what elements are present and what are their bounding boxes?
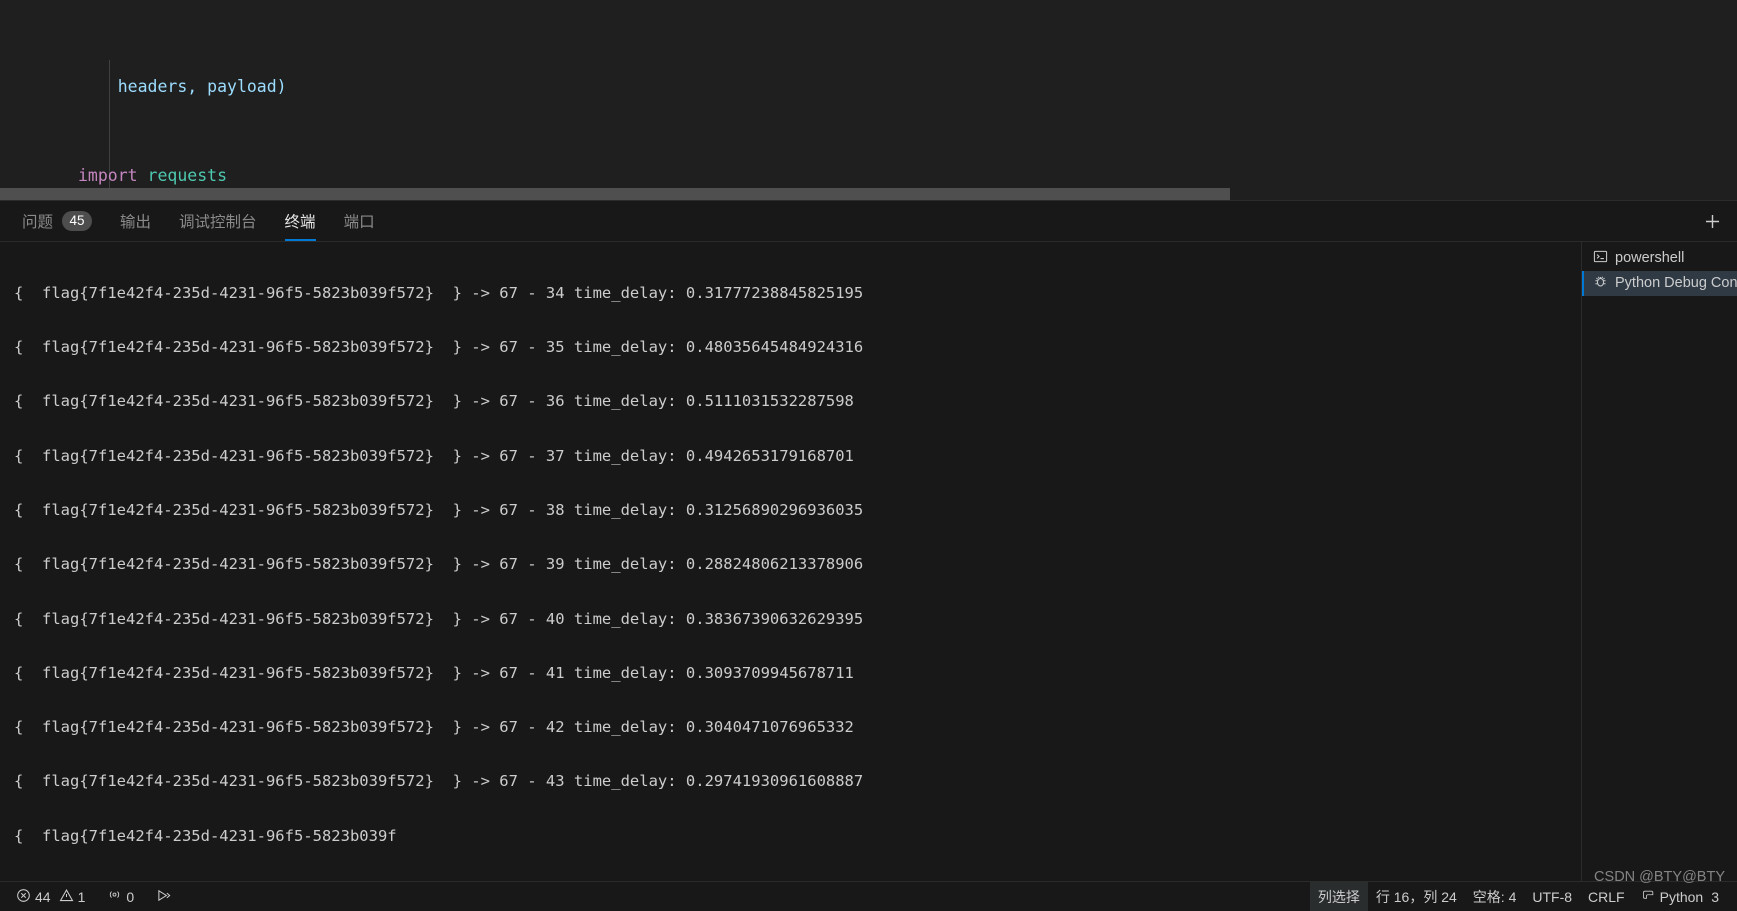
error-count: 44 bbox=[35, 888, 51, 905]
code-lines[interactable]: headers, payload) 1 import requests 2 im… bbox=[0, 0, 1737, 200]
tab-label: 调试控制台 bbox=[179, 213, 257, 231]
code-line-partial: headers, payload) bbox=[78, 77, 287, 97]
status-eol[interactable]: CRLF bbox=[1580, 882, 1633, 911]
scrollbar-thumb[interactable] bbox=[0, 187, 1230, 200]
terminal-line: { flag{7f1e42f4-235d-4231-96f5-5823b039f… bbox=[14, 772, 864, 791]
terminal-list-item-python-debug-console[interactable]: Python Debug Console bbox=[1582, 270, 1737, 296]
warning-count: 1 bbox=[77, 888, 86, 905]
terminal-line: { flag{7f1e42f4-235d-4231-96f5-5823b039f… bbox=[14, 718, 854, 737]
editor-horizontal-scrollbar[interactable] bbox=[0, 187, 1737, 200]
status-left: 44 1 0 bbox=[0, 882, 181, 911]
code-line-1[interactable]: 1 import requests bbox=[0, 165, 1737, 200]
terminal-line: { flag{7f1e42f4-235d-4231-96f5-5823b039f… bbox=[14, 283, 864, 302]
terminal-line: { flag{7f1e42f4-235d-4231-96f5-5823b039f… bbox=[14, 555, 864, 574]
terminal-name: Python Debug Console bbox=[1615, 275, 1737, 292]
terminal-line: { flag{7f1e42f4-235d-4231-96f5-5823b039f bbox=[14, 826, 397, 845]
status-language-mode[interactable]: Python bbox=[1633, 882, 1712, 911]
terminal-line: { flag{7f1e42f4-235d-4231-96f5-5823b039f… bbox=[14, 446, 854, 465]
terminal-icon bbox=[1593, 249, 1608, 268]
plus-icon[interactable] bbox=[1701, 210, 1723, 232]
terminal-name: powershell bbox=[1615, 250, 1685, 267]
radio-tower-icon bbox=[107, 888, 122, 906]
status-cursor-position[interactable]: 行 16，列 24 bbox=[1368, 882, 1465, 911]
tab-debug-console[interactable]: 调试控制台 bbox=[179, 200, 257, 241]
tab-problems[interactable]: 问题 45 bbox=[22, 200, 93, 241]
terminal-output[interactable]: { flag{7f1e42f4-235d-4231-96f5-5823b039f… bbox=[0, 242, 1581, 881]
tab-ports[interactable]: 端口 bbox=[344, 200, 375, 241]
tab-output[interactable]: 输出 bbox=[120, 200, 151, 241]
terminal-line: { flag{7f1e42f4-235d-4231-96f5-5823b039f… bbox=[14, 609, 864, 628]
status-right: 列选择 行 16，列 24 空格: 4 UTF-8 CRLF Python 3 bbox=[1309, 881, 1737, 911]
python-icon bbox=[1641, 888, 1656, 906]
remote-icon bbox=[156, 888, 173, 906]
terminal-line: { flag{7f1e42f4-235d-4231-96f5-5823b039f… bbox=[14, 392, 854, 411]
terminal-line: { flag{7f1e42f4-235d-4231-96f5-5823b039f… bbox=[14, 338, 864, 357]
error-icon bbox=[16, 888, 31, 906]
status-python-version[interactable]: 3 bbox=[1711, 882, 1727, 911]
terminal-line: { flag{7f1e42f4-235d-4231-96f5-5823b039f… bbox=[14, 663, 854, 682]
problems-count-badge: 45 bbox=[62, 210, 93, 231]
status-problems[interactable]: 44 1 bbox=[8, 882, 93, 911]
tab-label: 问题 bbox=[22, 213, 54, 231]
tab-label: 端口 bbox=[343, 213, 375, 231]
status-indentation[interactable]: 空格: 4 bbox=[1465, 882, 1525, 911]
code-text: import requests bbox=[78, 165, 228, 185]
bug-icon bbox=[1593, 274, 1608, 293]
terminal-line: { flag{7f1e42f4-235d-4231-96f5-5823b039f… bbox=[14, 501, 864, 520]
ports-count: 0 bbox=[126, 888, 135, 905]
tab-terminal[interactable]: 终端 bbox=[284, 200, 316, 242]
panel-action-bar bbox=[1701, 201, 1723, 242]
status-bar: 44 1 0 列选择 行 16，列 24 空格: 4 UTF-8 CRLF Py… bbox=[0, 881, 1737, 911]
vscode-window: headers, payload) 1 import requests 2 im… bbox=[0, 0, 1737, 911]
status-ports[interactable]: 0 bbox=[99, 882, 142, 911]
terminal-list-item-powershell[interactable]: powershell bbox=[1582, 246, 1737, 271]
tab-label: 输出 bbox=[120, 213, 152, 231]
language-label: Python bbox=[1659, 888, 1704, 905]
panel-body: { flag{7f1e42f4-235d-4231-96f5-5823b039f… bbox=[0, 241, 1737, 881]
tab-label: 终端 bbox=[284, 213, 316, 231]
status-column-select[interactable]: 列选择 bbox=[1309, 881, 1368, 911]
status-encoding[interactable]: UTF-8 bbox=[1524, 882, 1580, 911]
bottom-panel: 问题 45 输出 调试控制台 终端 端口 { flag{7f1e42f4-235… bbox=[0, 199, 1737, 881]
code-editor[interactable]: headers, payload) 1 import requests 2 im… bbox=[0, 0, 1737, 200]
terminal-list: powershell Python Debug Console bbox=[1581, 241, 1737, 881]
warning-icon bbox=[59, 888, 74, 906]
status-remote[interactable] bbox=[148, 882, 181, 911]
panel-tab-bar: 问题 45 输出 调试控制台 终端 端口 bbox=[0, 200, 1737, 242]
